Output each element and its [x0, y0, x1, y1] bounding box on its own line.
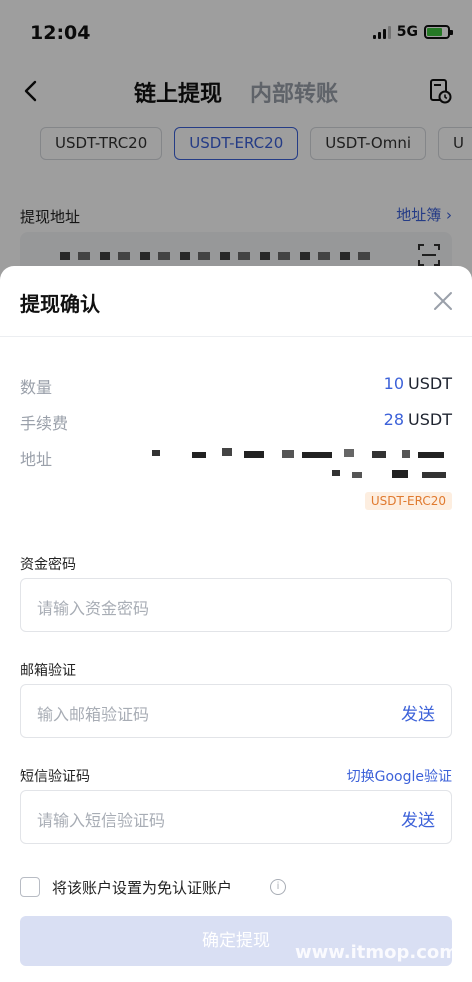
sms-verify-label: 短信验证码 [20, 769, 90, 785]
sms-send-button[interactable]: 发送 [401, 806, 435, 831]
quantity-value: 10 USDT [384, 374, 452, 393]
email-verify-label: 邮箱验证 [20, 663, 76, 679]
exempt-checkbox-label[interactable]: 将该账户设置为免认证账户 [52, 877, 232, 898]
fee-number: 28 [383, 410, 405, 429]
fee-unit: USDT [408, 410, 452, 429]
fund-password-input[interactable]: 请输入资金密码 [20, 578, 452, 632]
withdraw-confirm-sheet: 提现确认 数量 10 USDT 手续费 28 USDT 地址 USDT-ERC20 … [0, 266, 472, 982]
address-row-label: 地址 [20, 450, 53, 469]
email-send-button[interactable]: 发送 [401, 700, 435, 725]
sms-code-placeholder: 请输入短信验证码 [37, 811, 166, 830]
divider [0, 336, 472, 337]
info-icon[interactable]: i [270, 879, 286, 895]
email-code-placeholder: 输入邮箱验证码 [37, 705, 150, 724]
fee-value: 28 USDT [384, 410, 452, 429]
quantity-label: 数量 [20, 378, 53, 397]
sheet-title: 提现确认 [20, 292, 100, 316]
fee-label: 手续费 [20, 414, 69, 433]
exempt-checkbox[interactable] [20, 877, 40, 897]
watermark: www.itmop.com [295, 942, 458, 963]
fund-password-placeholder: 请输入资金密码 [37, 599, 150, 618]
close-icon[interactable] [432, 290, 454, 312]
sms-code-input[interactable]: 请输入短信验证码 发送 [20, 790, 452, 844]
quantity-unit: USDT [408, 374, 452, 393]
switch-google-verify-link[interactable]: 切换Google验证 [347, 766, 452, 786]
redacted-address-value [152, 448, 446, 478]
fund-password-label: 资金密码 [20, 557, 76, 573]
network-tag: USDT-ERC20 [364, 492, 452, 510]
email-code-input[interactable]: 输入邮箱验证码 发送 [20, 684, 452, 738]
quantity-number: 10 [383, 374, 405, 393]
